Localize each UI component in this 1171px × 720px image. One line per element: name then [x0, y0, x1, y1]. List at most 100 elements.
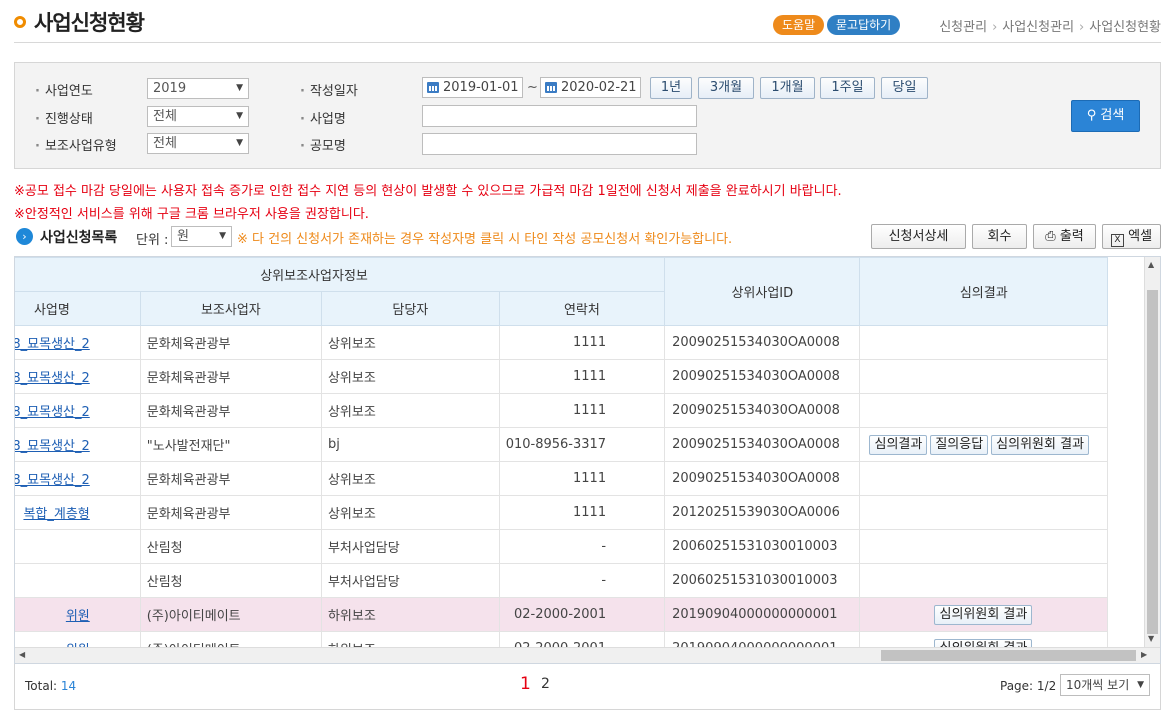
cell-person: 부처사업담당 [321, 529, 500, 564]
subsidy-type-select[interactable]: 전체 ▼ [147, 133, 249, 154]
cell-upper-id: 20090251534030OA0008 [664, 359, 861, 394]
search-button-label: 검색 [1100, 108, 1125, 123]
application-grid: 상위보조사업자정보 상위사업ID 심의결과 사업명 보조사업자 담당자 연락처 … [14, 256, 1161, 664]
table-row[interactable]: 2018_묘목생산_2 문화체육관광부상위보조111120090251534030… [15, 359, 1108, 394]
breadcrumb-item[interactable]: 신청관리 [939, 20, 987, 35]
cell-person: 상위보조 [321, 325, 500, 360]
cell-upper-id: 20090251534030OA0008 [664, 393, 861, 428]
biz-name-link[interactable]: 2018_묘목생산_2 [15, 439, 90, 454]
vertical-scrollbar[interactable]: ▲ ▼ [1144, 257, 1160, 649]
table-row[interactable]: 2018_묘목생산_2 "노사발전재단"bj010-8956-3317200902… [15, 427, 1108, 462]
page-link[interactable]: 2 [541, 676, 550, 692]
biz-name-link[interactable]: 2018_묘목생산_2 [15, 405, 90, 420]
period-3month-button[interactable]: 3개월 [698, 77, 754, 99]
biz-name-input[interactable] [422, 105, 697, 127]
help-button[interactable]: 도움말 [773, 15, 825, 35]
cell-upper-id: 20090251534030OA0008 [664, 325, 861, 360]
chevron-right-icon: › [16, 228, 33, 245]
biz-name-link[interactable]: 위원 [66, 609, 90, 624]
scroll-down-icon[interactable]: ▼ [1148, 634, 1154, 643]
unit-select[interactable]: 원 ▼ [171, 226, 232, 247]
cell-upper-id: 20060251531030010003 [664, 563, 861, 598]
print-button[interactable]: ⎙ 출력 [1033, 224, 1096, 249]
table-row[interactable]: 2018_묘목생산_2 문화체육관광부상위보조111120090251534030… [15, 461, 1108, 496]
per-page-select[interactable]: 10개씩 보기 ▼ [1060, 674, 1150, 696]
total-value: 14 [60, 679, 77, 693]
subsidy-type-label: 보조사업유형 [35, 135, 117, 154]
period-1week-button[interactable]: 1주일 [820, 77, 875, 99]
cell-biz-name: 복합_계층형 [15, 495, 141, 530]
status-select-value: 전체 [153, 109, 177, 124]
recall-button[interactable]: 회수 [972, 224, 1027, 249]
status-select[interactable]: 전체 ▼ [147, 106, 249, 127]
horizontal-scrollbar[interactable]: ◀ ▶ [15, 647, 1160, 663]
year-select[interactable]: 2019 ▼ [147, 78, 249, 99]
biz-name-link[interactable]: 복합_계층형 [23, 507, 89, 522]
cell-upper-id: 20090251534030OA0008 [664, 461, 861, 496]
chevron-down-icon: ▼ [236, 83, 243, 93]
period-today-button[interactable]: 당일 [881, 77, 928, 99]
date-from-value: 2019-01-01 [443, 80, 519, 95]
biz-name-label: 사업명 [300, 108, 346, 127]
date-from-input[interactable]: 2019-01-01 [422, 77, 523, 98]
biz-name-link[interactable]: 2018_묘목생산_2 [15, 371, 90, 386]
cell-review [859, 461, 1108, 496]
scroll-left-icon[interactable]: ◀ [19, 650, 25, 659]
review-action-button[interactable]: 심의위원회 결과 [934, 604, 1033, 625]
cell-phone: 010-8956-3317 [499, 427, 666, 462]
period-1month-button[interactable]: 1개월 [760, 77, 815, 99]
review-action-button[interactable]: 심의결과 [869, 434, 928, 455]
scroll-right-icon[interactable]: ▶ [1141, 650, 1147, 659]
review-action-button[interactable]: 심의위원회 결과 [991, 434, 1090, 455]
page-title: 사업신청현황 [34, 11, 145, 35]
cell-upper-id: 20120251539030OA0006 [664, 495, 861, 530]
calendar-icon[interactable] [545, 82, 557, 93]
excel-button[interactable]: X 엑셀 [1102, 224, 1161, 249]
notice-browser: ※안정적인 서비스를 위해 구글 크롬 브라우저 사용을 권장합니다. [14, 207, 369, 222]
title-bullet-icon [14, 16, 26, 28]
notice-deadline: ※공모 접수 마감 당일에는 사용자 접속 증가로 인한 접수 지연 등의 현상… [14, 184, 842, 199]
period-1year-button[interactable]: 1년 [650, 77, 692, 99]
table-row[interactable]: 복합_계층형 문화체육관광부 상위보조 1111 20120251539030OA000… [15, 495, 1108, 530]
vertical-scroll-thumb[interactable] [1147, 290, 1158, 634]
table-row[interactable]: 2018_묘목생산_2 문화체육관광부상위보조111120090251534030… [15, 393, 1108, 428]
table-row[interactable]: 위원 (주)아이티메이트하위보조02-2000-20012019090400000… [15, 597, 1108, 632]
page-link-current[interactable]: 1 [520, 674, 531, 694]
table-row[interactable]: 산림청 부처사업담당 -20060251531030010003 [15, 563, 1108, 598]
horizontal-scroll-thumb[interactable] [881, 650, 1136, 661]
search-panel: 사업연도 2019 ▼ 진행상태 전체 ▼ 보조사업유형 전체 ▼ 작성일자 2019… [14, 62, 1161, 169]
cell-org: "노사발전재단" [140, 427, 322, 462]
cell-biz-name: 위원 [15, 597, 141, 632]
page-info: Page: 1/2 [1000, 679, 1057, 693]
year-select-value: 2019 [153, 81, 187, 96]
cell-phone: 1111 [499, 359, 666, 394]
cell-biz-name: 2018_묘목생산_2 [15, 325, 141, 360]
printer-icon: ⎙ [1045, 229, 1056, 244]
cell-org: 문화체육관광부 [140, 359, 322, 394]
qna-button[interactable]: 묻고답하기 [827, 15, 901, 35]
cell-org: 산림청 [140, 563, 322, 598]
calendar-icon[interactable] [427, 82, 439, 93]
breadcrumb: 신청관리 › 사업신청관리 › 사업신청현황 [939, 16, 1161, 35]
column-header-org: 보조사업자 [139, 291, 322, 326]
table-row[interactable]: 2018_묘목생산_2 문화체육관광부상위보조111120090251534030… [15, 325, 1108, 360]
column-header-upper-id: 상위사업ID [664, 257, 861, 326]
cell-person: bj [321, 427, 500, 462]
cell-biz-name: 2018_묘목생산_2 [15, 461, 141, 496]
search-button[interactable]: ⚲ 검색 [1071, 100, 1140, 132]
biz-name-link[interactable]: 2018_묘목생산_2 [15, 337, 90, 352]
scroll-up-icon[interactable]: ▲ [1148, 260, 1154, 269]
cell-org: 문화체육관광부 [140, 393, 322, 428]
table-row[interactable]: 산림청 부처사업담당 -20060251531030010003 [15, 529, 1108, 564]
search-icon: ⚲ [1086, 108, 1097, 123]
notice-name-input[interactable] [422, 133, 697, 155]
date-to-input[interactable]: 2020-02-21 [540, 77, 641, 98]
biz-name-link[interactable]: 2018_묘목생산_2 [15, 473, 90, 488]
app-detail-button[interactable]: 신청서상세 [871, 224, 966, 249]
breadcrumb-item[interactable]: 사업신청관리 [1002, 20, 1074, 35]
cell-review [859, 393, 1108, 428]
review-action-button[interactable]: 질의응답 [930, 434, 989, 455]
notice-name-label: 공모명 [300, 135, 346, 154]
chevron-down-icon: ▼ [219, 231, 226, 241]
cell-person: 상위보조 [321, 461, 500, 496]
